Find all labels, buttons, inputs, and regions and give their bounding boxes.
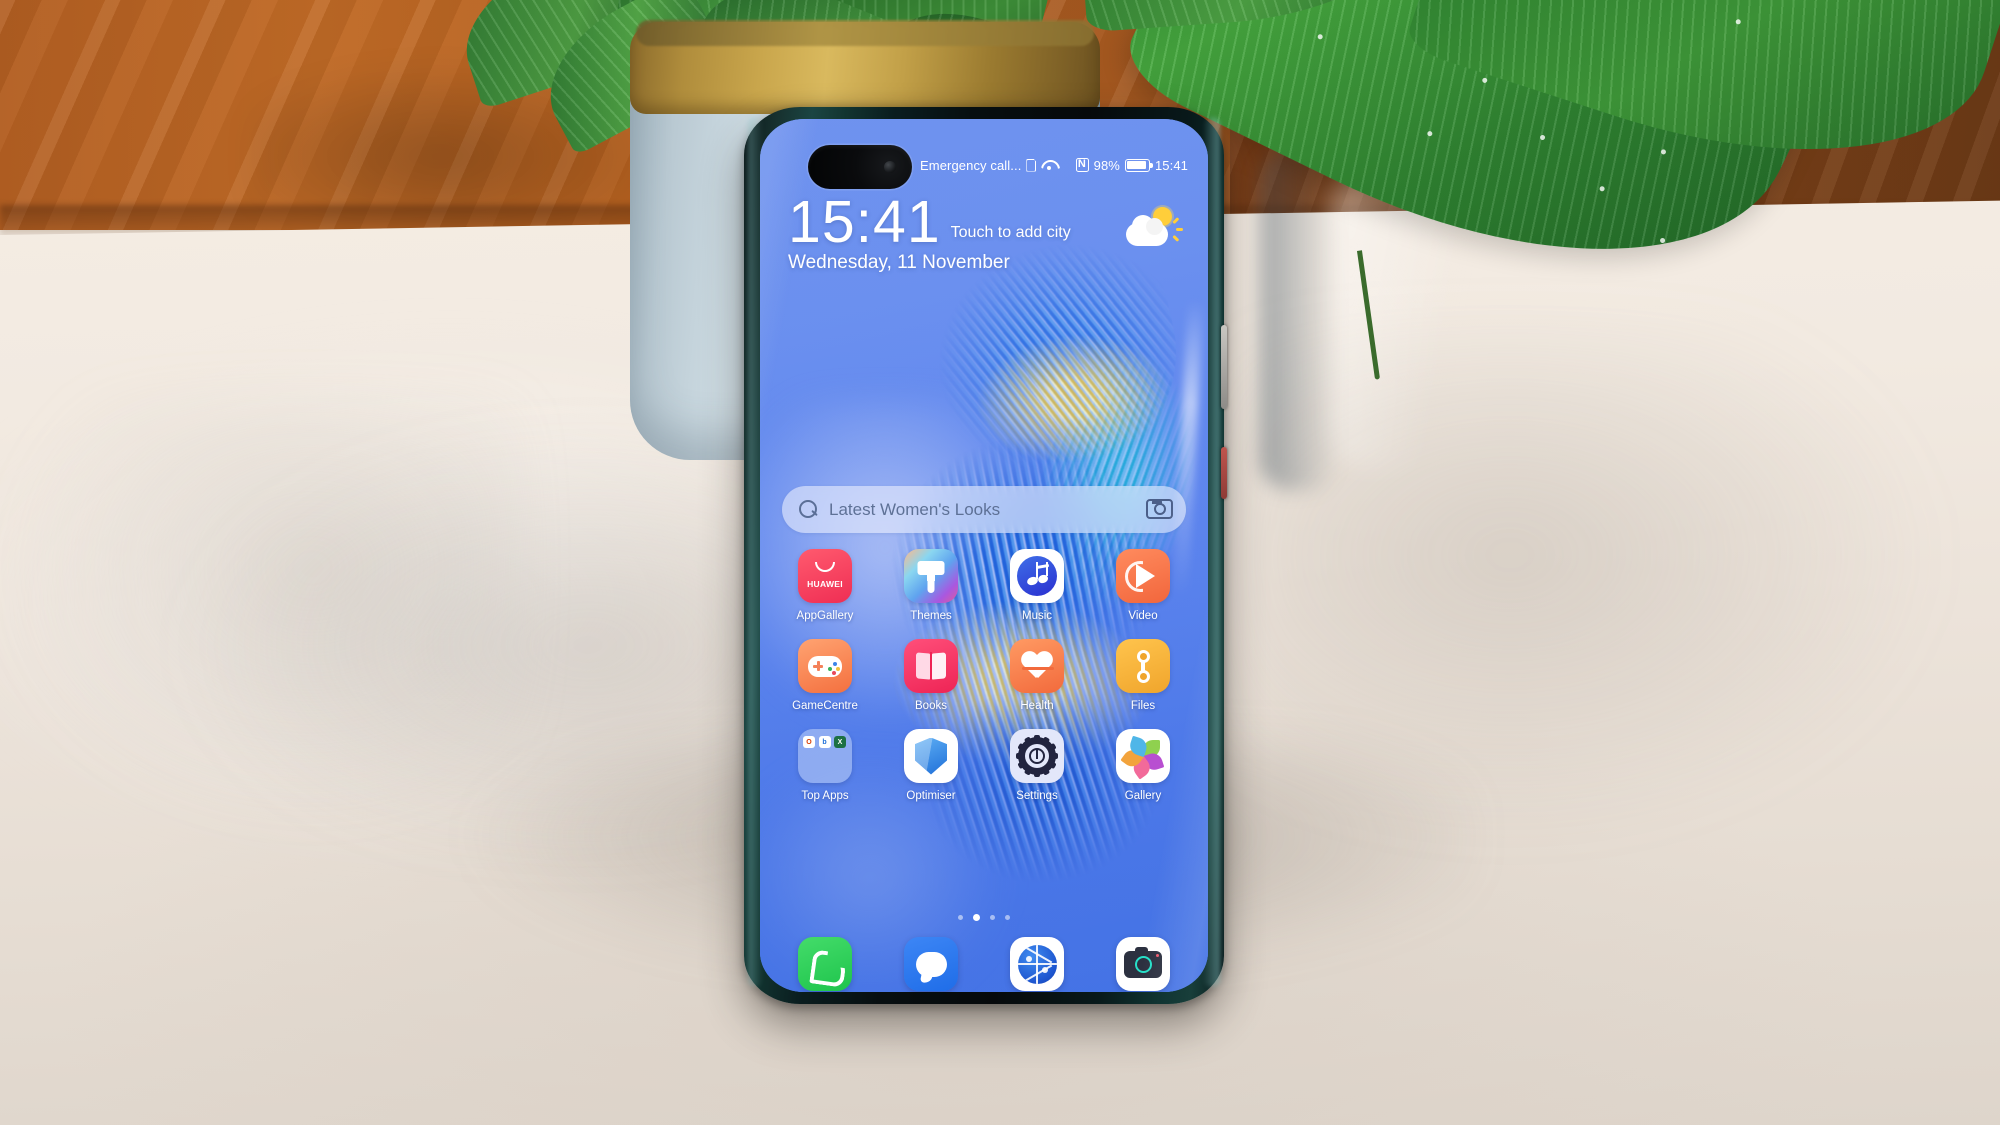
app-appgallery[interactable]: HUAWEI AppGallery	[772, 549, 878, 622]
themes-brush-icon	[904, 549, 958, 603]
status-bar: Emergency call... 98% 15:41	[760, 151, 1208, 179]
app-label: Gallery	[1124, 790, 1162, 802]
nfc-icon	[1075, 157, 1089, 172]
battery-full-icon	[1124, 158, 1153, 172]
page-dot[interactable]	[990, 915, 995, 920]
bing-icon: b	[818, 736, 831, 748]
app-label: Books	[915, 700, 947, 712]
dock	[772, 937, 1196, 991]
add-city-hint[interactable]: Touch to add city	[951, 224, 1071, 249]
app-label: Settings	[1016, 790, 1058, 802]
music-note-icon	[1010, 549, 1064, 603]
app-label: GameCentre	[792, 700, 858, 712]
app-grid: HUAWEI AppGallery Themes Music Video Gam…	[772, 549, 1196, 802]
app-video[interactable]: Video	[1090, 549, 1196, 622]
app-gallery[interactable]: Gallery	[1090, 729, 1196, 802]
app-music[interactable]: Music	[984, 549, 1090, 622]
search-icon	[799, 500, 818, 519]
app-themes[interactable]: Themes	[878, 549, 984, 622]
clock-time: 15:41	[788, 189, 941, 255]
app-label: Video	[1128, 610, 1158, 622]
gamepad-icon	[798, 639, 852, 693]
camera-icon[interactable]	[1116, 937, 1170, 991]
appgallery-icon: HUAWEI	[798, 549, 852, 603]
app-books[interactable]: Books	[878, 639, 984, 712]
clock-widget[interactable]: 15:41 Touch to add city Wednesday, 11 No…	[788, 189, 1183, 274]
status-bar-clock: 15:41	[1154, 157, 1188, 173]
wifi-icon	[1041, 159, 1056, 171]
shield-icon	[904, 729, 958, 783]
volume-rocker-button[interactable]	[1221, 325, 1227, 409]
app-label: Optimiser	[906, 790, 956, 802]
open-book-icon	[904, 639, 958, 693]
app-label: Health	[1020, 700, 1054, 712]
app-label: Music	[1021, 610, 1053, 622]
app-gamecentre[interactable]: GameCentre	[772, 639, 878, 712]
gear-icon	[1010, 729, 1064, 783]
smartphone: Emergency call... 98% 15:41 15:41 Touch …	[744, 107, 1227, 1004]
huawei-wordmark: HUAWEI	[807, 579, 843, 589]
clock-date: Wednesday, 11 November	[788, 252, 1010, 274]
carrier-label: Emergency call...	[920, 157, 1022, 173]
app-label: AppGallery	[796, 610, 854, 622]
folder-icon: O b X	[798, 729, 852, 783]
sim-card-icon	[1026, 159, 1036, 172]
message-icon[interactable]	[904, 937, 958, 991]
phone-screen[interactable]: Emergency call... 98% 15:41 15:41 Touch …	[760, 119, 1208, 992]
photo-scene: Emergency call... 98% 15:41 15:41 Touch …	[0, 0, 2000, 1125]
app-label: Top Apps	[801, 790, 849, 802]
app-optimiser[interactable]: Optimiser	[878, 729, 984, 802]
app-settings[interactable]: Settings	[984, 729, 1090, 802]
page-dot[interactable]	[1005, 915, 1010, 920]
files-icon	[1116, 639, 1170, 693]
power-button[interactable]	[1221, 447, 1227, 499]
page-indicator	[760, 914, 1208, 921]
page-dot-active[interactable]	[973, 914, 980, 921]
video-play-icon	[1116, 549, 1170, 603]
search-bar[interactable]: Latest Women's Looks	[782, 486, 1186, 533]
excel-icon: X	[834, 736, 846, 748]
partly-cloudy-icon	[1124, 207, 1183, 251]
camera-lens-icon[interactable]	[1146, 499, 1173, 519]
battery-percent-label: 98%	[1093, 157, 1120, 173]
phone-icon[interactable]	[798, 937, 852, 991]
app-files[interactable]: Files	[1090, 639, 1196, 712]
plant-pot-lip	[636, 20, 1094, 46]
app-label: Themes	[910, 610, 952, 622]
search-input[interactable]: Latest Women's Looks	[829, 500, 1146, 520]
page-dot[interactable]	[958, 915, 963, 920]
heart-pulse-icon	[1010, 639, 1064, 693]
gallery-pinwheel-icon	[1116, 729, 1170, 783]
office-icon: O	[803, 736, 815, 748]
globe-icon[interactable]	[1010, 937, 1064, 991]
app-label: Files	[1130, 700, 1156, 712]
app-health[interactable]: Health	[984, 639, 1090, 712]
app-topapps-folder[interactable]: O b X Top Apps	[772, 729, 878, 802]
